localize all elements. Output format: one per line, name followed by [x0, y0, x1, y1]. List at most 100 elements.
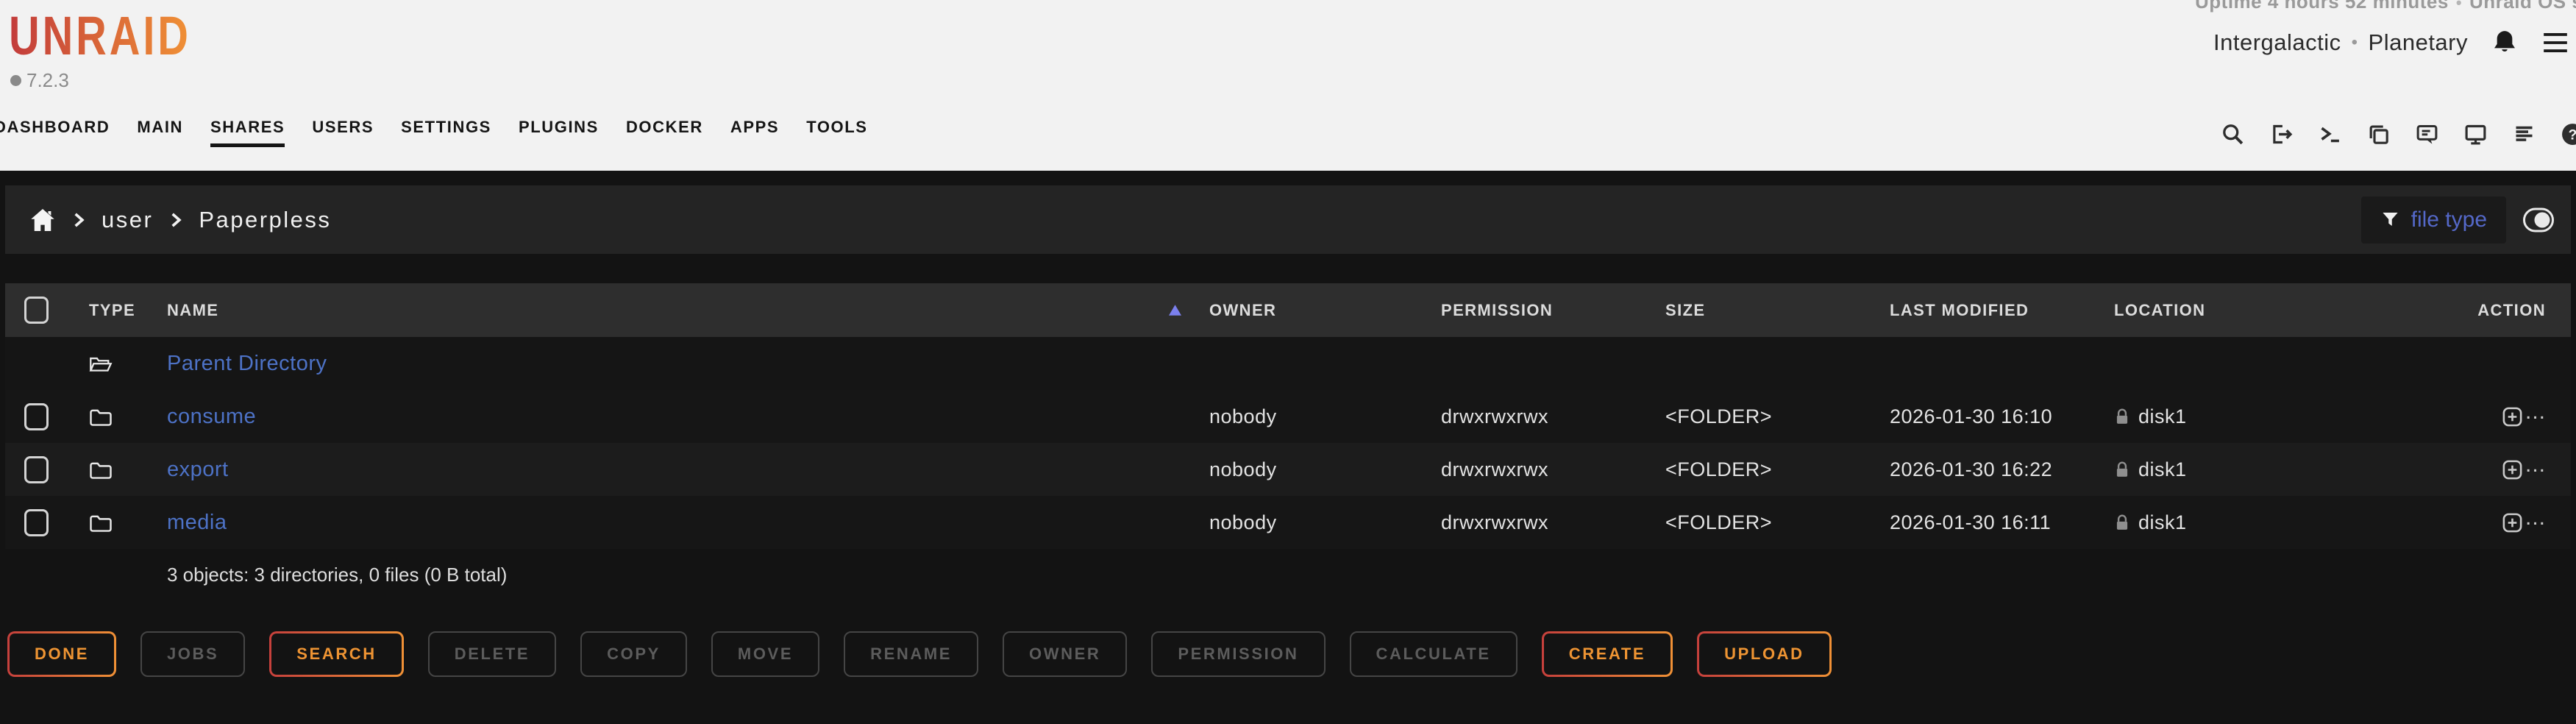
version-number: 7.2.3 — [26, 69, 69, 92]
calculate-button: CALCULATE — [1350, 631, 1518, 677]
table-row: export nobody drwxrwxrwx <FOLDER> 2026-0… — [5, 443, 2571, 496]
add-action-icon[interactable] — [2501, 511, 2524, 534]
svg-text:?: ? — [2569, 127, 2576, 143]
row-checkbox[interactable] — [24, 509, 49, 536]
size-cell: <FOLDER> — [1665, 405, 1890, 428]
version-label: 7.2.3 — [10, 69, 69, 92]
nav-settings[interactable]: SETTINGS — [401, 118, 491, 147]
action-buttons-bar: DONE JOBS SEARCH DELETE COPY MOVE RENAME… — [7, 631, 1832, 677]
move-button: MOVE — [711, 631, 819, 677]
file-name-link[interactable]: consume — [167, 405, 256, 428]
column-header-owner[interactable]: OWNER — [1209, 301, 1441, 320]
size-cell: <FOLDER> — [1665, 511, 1890, 534]
row-checkbox[interactable] — [24, 456, 49, 483]
nav-docker[interactable]: DOCKER — [626, 118, 703, 147]
modified-cell: 2026-01-30 16:10 — [1890, 405, 2114, 428]
modified-cell: 2026-01-30 16:22 — [1890, 458, 2114, 481]
table-row: consume nobody drwxrwxrwx <FOLDER> 2026-… — [5, 390, 2571, 443]
owner-cell: nobody — [1209, 511, 1441, 534]
nav-dashboard[interactable]: DASHBOARD — [0, 118, 110, 147]
uptime-status: Uptime 4 hours 52 minutes•Unraid OS star… — [2195, 0, 2576, 13]
upload-button[interactable]: UPLOAD — [1697, 631, 1832, 677]
nav-main[interactable]: MAIN — [137, 118, 183, 147]
folder-icon — [89, 460, 113, 480]
add-action-icon[interactable] — [2501, 405, 2524, 428]
nav-users[interactable]: USERS — [312, 118, 374, 147]
column-header-permission[interactable]: PERMISSION — [1441, 301, 1665, 320]
column-header-location[interactable]: LOCATION — [2114, 301, 2338, 320]
location-cell: disk1 — [2114, 511, 2338, 534]
version-dot-icon — [10, 75, 21, 86]
menu-hamburger-icon[interactable] — [2541, 31, 2569, 54]
file-name-link[interactable]: export — [167, 458, 229, 481]
column-header-type[interactable]: TYPE — [89, 301, 167, 320]
permission-button: PERMISSION — [1151, 631, 1325, 677]
clone-icon[interactable] — [2366, 122, 2391, 146]
filter-label: file type — [2411, 207, 2487, 233]
breadcrumb-item-user[interactable]: user — [102, 207, 153, 233]
location-cell: disk1 — [2114, 458, 2338, 481]
create-button[interactable]: CREATE — [1542, 631, 1673, 677]
column-header-size[interactable]: SIZE — [1665, 301, 1890, 320]
lock-icon — [2114, 461, 2130, 478]
terminal-icon[interactable] — [2318, 122, 2342, 146]
nav-tools[interactable]: TOOLS — [806, 118, 867, 147]
folder-open-icon — [89, 354, 113, 374]
server-description[interactable]: Planetary — [2369, 29, 2468, 56]
row-actions-button[interactable]: ... — [2338, 511, 2552, 534]
uptime-text: Uptime 4 hours 52 minutes — [2195, 0, 2449, 13]
more-actions-ellipsis[interactable]: ... — [2525, 514, 2546, 530]
sign-out-icon[interactable] — [2269, 122, 2294, 146]
file-name-link[interactable]: media — [167, 511, 227, 534]
parent-directory-link[interactable]: Parent Directory — [167, 352, 327, 375]
server-name-separator: • — [2352, 32, 2358, 53]
feedback-icon[interactable] — [2415, 122, 2439, 146]
table-row-parent: Parent Directory — [5, 337, 2571, 390]
delete-button: DELETE — [428, 631, 556, 677]
help-icon[interactable]: ? — [2561, 122, 2576, 146]
column-header-modified[interactable]: LAST MODIFIED — [1890, 301, 2114, 320]
table-header: TYPE NAME OWNER PERMISSION SIZE LAST MOD… — [5, 283, 2571, 337]
nav-apps[interactable]: APPS — [730, 118, 779, 147]
rename-button: RENAME — [844, 631, 978, 677]
copy-button: COPY — [580, 631, 687, 677]
search-button[interactable]: SEARCH — [269, 631, 404, 677]
search-icon[interactable] — [2221, 122, 2245, 146]
quick-icons-bar: ? — [2221, 122, 2576, 146]
view-toggle-icon[interactable] — [2522, 207, 2555, 233]
logs-icon[interactable] — [2512, 122, 2536, 146]
top-header: UNRAID 7.2.3 Uptime 4 hours 52 minutes•U… — [0, 0, 2576, 171]
file-table: Parent Directory consume nobody drwxrwxr… — [5, 337, 2571, 549]
table-row: media nobody drwxrwxrwx <FOLDER> 2026-01… — [5, 496, 2571, 549]
permission-cell: drwxrwxrwx — [1441, 458, 1665, 481]
chevron-right-icon — [169, 210, 182, 230]
row-actions-button[interactable]: ... — [2338, 458, 2552, 481]
row-checkbox[interactable] — [24, 403, 49, 430]
file-type-filter[interactable]: file type — [2361, 196, 2506, 244]
breadcrumb-item-share[interactable]: Paperpless — [199, 207, 331, 233]
owner-cell: nobody — [1209, 405, 1441, 428]
server-identity: Intergalactic • Planetary — [2213, 28, 2569, 57]
sort-ascending-icon[interactable] — [1169, 305, 1181, 316]
uptime-separator: • — [2449, 0, 2469, 12]
jobs-button: JOBS — [140, 631, 245, 677]
select-all-checkbox[interactable] — [24, 297, 49, 324]
more-actions-ellipsis[interactable]: ... — [2525, 408, 2546, 425]
home-icon[interactable] — [29, 207, 56, 233]
nav-shares[interactable]: SHARES — [210, 118, 285, 147]
lock-icon — [2114, 514, 2130, 531]
modified-cell: 2026-01-30 16:11 — [1890, 511, 2114, 534]
notifications-bell-icon[interactable] — [2490, 28, 2519, 57]
os-status-text: Unraid OS started — [2469, 0, 2576, 13]
more-actions-ellipsis[interactable]: ... — [2525, 461, 2546, 478]
column-header-action: ACTION — [2338, 301, 2552, 320]
row-actions-button[interactable]: ... — [2338, 405, 2552, 428]
add-action-icon[interactable] — [2501, 458, 2524, 481]
size-cell: <FOLDER> — [1665, 458, 1890, 481]
display-icon[interactable] — [2463, 122, 2488, 146]
column-header-name[interactable]: NAME — [167, 301, 1209, 320]
done-button[interactable]: DONE — [7, 631, 116, 677]
server-name[interactable]: Intergalactic — [2213, 29, 2341, 56]
chevron-right-icon — [72, 210, 85, 230]
nav-plugins[interactable]: PLUGINS — [519, 118, 599, 147]
